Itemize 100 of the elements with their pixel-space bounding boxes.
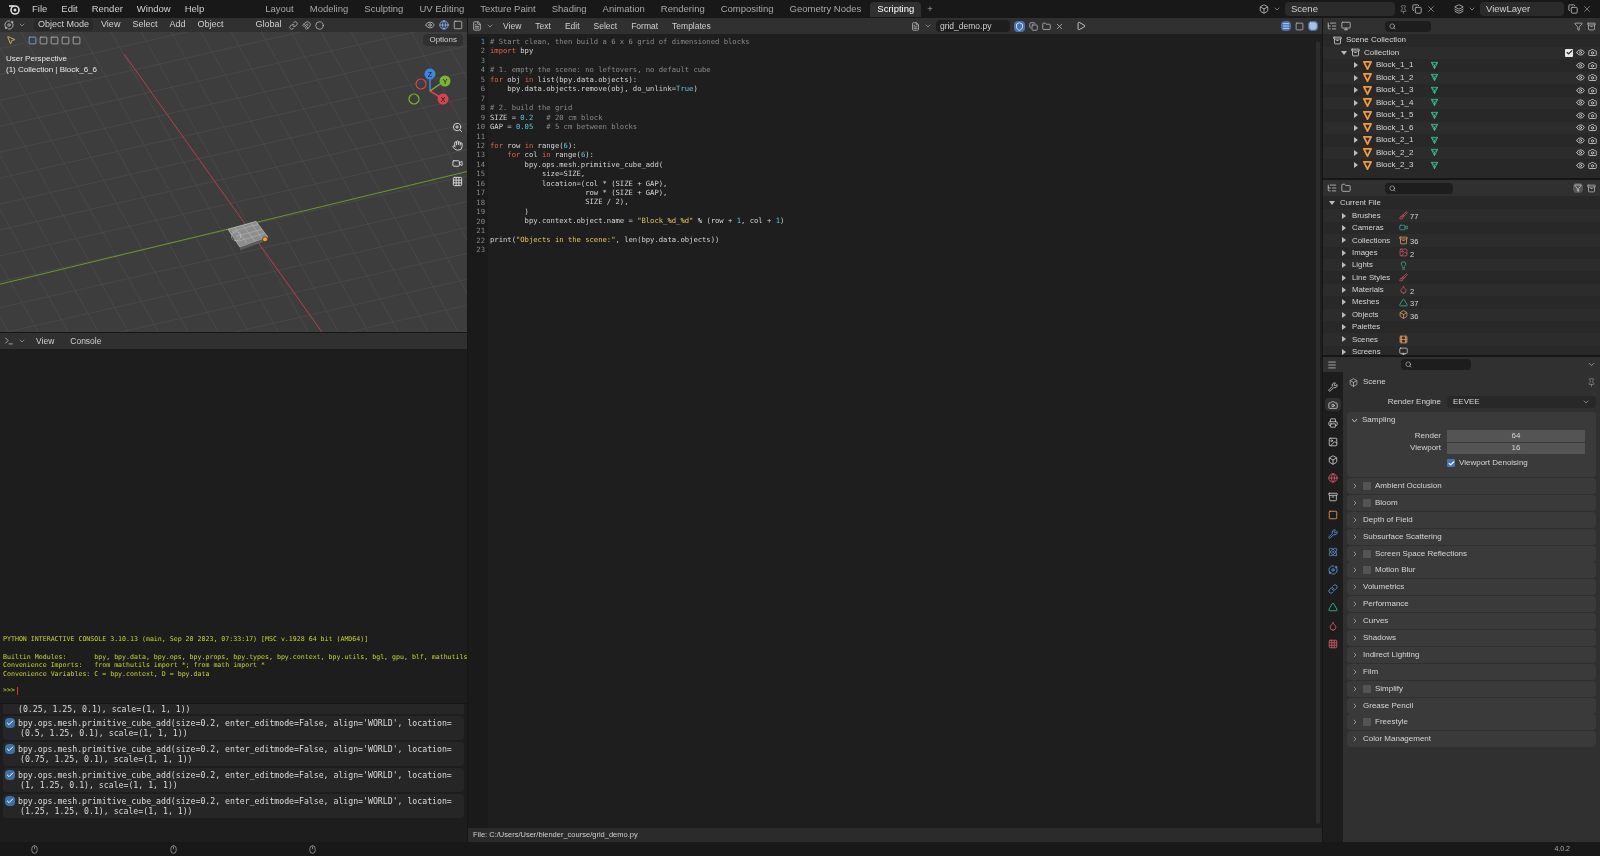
copy-icon[interactable] bbox=[1028, 21, 1038, 31]
expand-arrow-icon[interactable] bbox=[1353, 137, 1359, 144]
workspace-tab[interactable]: Geometry Nodes bbox=[782, 1, 869, 17]
render-icon[interactable] bbox=[1588, 160, 1597, 170]
mode-dropdown[interactable]: Object Mode bbox=[34, 19, 94, 31]
render-icon[interactable] bbox=[1588, 48, 1597, 58]
tree-item[interactable]: Block_1_4 bbox=[1376, 96, 1426, 109]
checkbox[interactable] bbox=[1447, 459, 1455, 467]
orientation-dropdown[interactable]: Global bbox=[251, 19, 286, 31]
panel-header[interactable]: Simplify bbox=[1347, 680, 1596, 697]
dropdown-caret-icon[interactable] bbox=[1468, 5, 1476, 13]
render-icon[interactable] bbox=[1588, 98, 1597, 108]
copy-icon[interactable] bbox=[1412, 4, 1422, 14]
workspace-tab[interactable]: Animation bbox=[595, 1, 652, 17]
search-field[interactable] bbox=[1385, 20, 1431, 32]
expand-arrow-icon[interactable] bbox=[1353, 87, 1359, 94]
options-button[interactable]: Options bbox=[423, 34, 463, 46]
expand-arrow-icon[interactable] bbox=[1353, 124, 1359, 131]
checkbox-label[interactable]: Viewport Denoising bbox=[1459, 457, 1528, 469]
tree-item[interactable]: Block_2_1 bbox=[1376, 134, 1426, 147]
dropdown-caret-icon[interactable] bbox=[18, 21, 26, 29]
camera-icon[interactable] bbox=[452, 158, 463, 169]
panel-header[interactable]: Shadows bbox=[1347, 630, 1596, 646]
data-type-icon[interactable] bbox=[1399, 335, 1408, 344]
menu-item[interactable]: View bbox=[30, 334, 61, 348]
data-type-icon[interactable] bbox=[1399, 310, 1408, 320]
hand-icon[interactable] bbox=[452, 140, 463, 151]
menu-item[interactable]: Window bbox=[130, 1, 177, 17]
word-wrap-icon[interactable] bbox=[1295, 21, 1304, 31]
visibility-icon[interactable] bbox=[425, 20, 435, 30]
workspace-tab[interactable]: Sculpting bbox=[357, 1, 411, 17]
data-type-icon[interactable] bbox=[1399, 347, 1408, 355]
render-icon[interactable] bbox=[1588, 148, 1597, 158]
workspace-tab[interactable]: Texture Paint bbox=[473, 1, 543, 17]
visibility-icon[interactable] bbox=[1576, 123, 1585, 133]
expand-arrow-icon[interactable] bbox=[1353, 149, 1359, 156]
syntax-highlight-icon[interactable] bbox=[1308, 21, 1318, 31]
menu-item[interactable]: Templates bbox=[667, 19, 716, 33]
menu-item[interactable]: File bbox=[26, 1, 54, 17]
render-icon[interactable] bbox=[1588, 60, 1597, 70]
search-field[interactable] bbox=[1401, 359, 1471, 370]
overlay-icon[interactable] bbox=[439, 20, 449, 30]
scene-icon[interactable] bbox=[1259, 4, 1269, 14]
editor-type-icon[interactable] bbox=[1327, 183, 1337, 193]
properties-tab[interactable] bbox=[1325, 398, 1341, 412]
log-entry[interactable]: bpy.ops.mesh.primitive_cube_add(size=0.2, enter_editmode=False, align='WORLD', location= (1.25, 1.25, 0.1), scale=(1, 1, 1)) bbox=[3, 794, 464, 818]
link-icon[interactable] bbox=[289, 20, 299, 30]
expand-arrow-icon[interactable] bbox=[1341, 249, 1347, 256]
expand-arrow-icon[interactable] bbox=[1341, 274, 1347, 281]
dropdown-caret-icon[interactable] bbox=[1587, 360, 1596, 369]
expand-arrow-icon[interactable] bbox=[1329, 200, 1335, 207]
render-icon[interactable] bbox=[1588, 123, 1597, 133]
close-icon[interactable] bbox=[1582, 4, 1592, 14]
visibility-icon[interactable] bbox=[1576, 135, 1585, 145]
dropdown-caret-icon[interactable] bbox=[923, 22, 932, 30]
render-icon[interactable] bbox=[1588, 135, 1597, 145]
visibility-icon[interactable] bbox=[1576, 160, 1585, 170]
panel-header[interactable]: Sampling bbox=[1347, 412, 1596, 428]
checkbox[interactable] bbox=[1363, 566, 1371, 575]
tree-item[interactable]: Block_2_3 bbox=[1376, 159, 1426, 172]
copy-icon[interactable] bbox=[1568, 4, 1578, 14]
app-logo-icon[interactable] bbox=[8, 3, 20, 15]
vertex-mesh-icon[interactable] bbox=[1430, 85, 1439, 95]
properties-tab[interactable] bbox=[1325, 563, 1341, 577]
properties-tab[interactable] bbox=[1325, 471, 1341, 485]
panel-header[interactable]: Color Management bbox=[1347, 731, 1596, 748]
pin-icon[interactable] bbox=[1587, 377, 1596, 387]
grid-icon[interactable] bbox=[452, 176, 463, 187]
checkbox[interactable] bbox=[1363, 482, 1371, 490]
shield-icon[interactable] bbox=[1013, 20, 1025, 32]
vertex-mesh-icon[interactable] bbox=[1430, 60, 1439, 70]
new-collection-icon[interactable] bbox=[1587, 183, 1596, 193]
visibility-icon[interactable] bbox=[1576, 148, 1585, 158]
panel-header[interactable]: Bloom bbox=[1347, 494, 1596, 511]
checkbox[interactable] bbox=[1363, 498, 1371, 507]
magnet-icon[interactable] bbox=[302, 20, 312, 30]
menu-item[interactable]: Select bbox=[588, 19, 623, 33]
close-icon[interactable] bbox=[1054, 21, 1064, 31]
expand-arrow-icon[interactable] bbox=[1341, 348, 1347, 355]
expand-arrow-icon[interactable] bbox=[1353, 62, 1359, 69]
tree-item[interactable]: Scene Collection bbox=[1346, 34, 1407, 47]
expand-arrow-icon[interactable] bbox=[1341, 299, 1347, 306]
menu-item[interactable]: Edit bbox=[55, 1, 84, 17]
menu-item[interactable]: Text bbox=[530, 19, 556, 33]
log-entry[interactable]: bpy.ops.mesh.primitive_cube_add(size=0.2, enter_editmode=False, align='WORLD', location= (0.5, 1.25, 0.1), scale=(1, 1, 1)) bbox=[3, 716, 464, 740]
expand-arrow-icon[interactable] bbox=[1353, 112, 1359, 119]
dropdown-caret-icon[interactable] bbox=[486, 22, 494, 30]
workspace-tab[interactable]: UV Editing bbox=[412, 1, 472, 17]
properties-tab[interactable] bbox=[1325, 416, 1341, 430]
expand-arrow-icon[interactable] bbox=[1341, 49, 1347, 56]
tree-item[interactable]: Block_1_2 bbox=[1376, 71, 1426, 84]
panel-header[interactable]: Performance bbox=[1347, 596, 1596, 613]
number-field[interactable]: 16 bbox=[1447, 442, 1585, 454]
panel-header[interactable]: Subsurface Scattering bbox=[1347, 528, 1596, 545]
editor-type-icon[interactable] bbox=[472, 21, 482, 31]
menu-item[interactable]: Format bbox=[626, 19, 664, 33]
expand-arrow-icon[interactable] bbox=[1341, 324, 1347, 331]
tree-item[interactable]: Block_1_5 bbox=[1376, 109, 1426, 122]
panel-header[interactable]: Ambient Occlusion bbox=[1347, 478, 1596, 494]
panel-header[interactable]: Motion Blur bbox=[1347, 562, 1596, 579]
